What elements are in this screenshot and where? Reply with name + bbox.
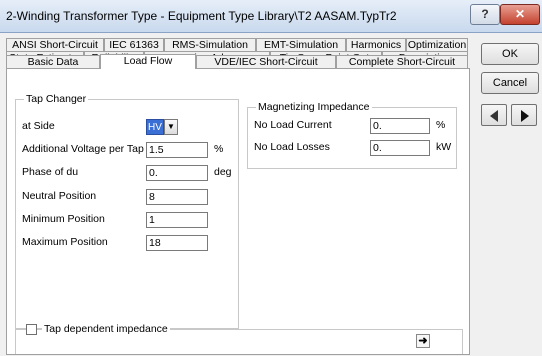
tab-basic-data[interactable]: Basic Data <box>6 55 100 68</box>
additional-voltage-label: Additional Voltage per Tap <box>22 143 144 155</box>
maximum-position-label: Maximum Position <box>22 236 108 248</box>
no-load-current-label: No Load Current <box>254 119 332 131</box>
no-load-losses-label: No Load Losses <box>254 141 330 153</box>
title-bar: 2-Winding Transformer Type - Equipment T… <box>0 0 542 33</box>
help-button[interactable]: ? <box>470 4 500 25</box>
minimum-position-field[interactable]: 1 <box>146 212 208 228</box>
tap-dependent-group: Tap dependent impedance ➜ <box>15 323 463 354</box>
minimum-position-label: Minimum Position <box>22 213 105 225</box>
at-side-label: at Side <box>22 120 55 132</box>
previous-button[interactable] <box>481 104 507 126</box>
tab-harmonics[interactable]: Harmonics <box>346 38 406 51</box>
chevron-down-icon[interactable]: ▼ <box>164 119 178 135</box>
arrow-right-icon[interactable]: ➜ <box>416 334 430 348</box>
at-side-value: HV <box>146 119 164 135</box>
tab-emt-simulation[interactable]: EMT-Simulation <box>256 38 346 51</box>
tap-changer-title: Tap Changer <box>24 93 89 105</box>
phase-unit: deg <box>214 166 232 178</box>
arrow-left-icon <box>490 110 498 122</box>
ok-button[interactable]: OK <box>481 43 539 65</box>
window-title: 2-Winding Transformer Type - Equipment T… <box>6 9 397 23</box>
tap-dependent-checkbox[interactable] <box>26 324 37 335</box>
magnetizing-impedance-title: Magnetizing Impedance <box>256 101 372 113</box>
tap-dependent-label: Tap dependent impedance <box>42 323 170 335</box>
tab-vde-iec-short-circuit[interactable]: VDE/IEC Short-Circuit <box>196 55 336 68</box>
close-button[interactable]: ✕ <box>500 4 540 25</box>
phase-field[interactable]: 0. <box>146 165 208 181</box>
phase-label: Phase of du <box>22 166 79 178</box>
no-load-losses-unit: kW <box>436 141 452 153</box>
additional-voltage-unit: % <box>214 143 224 155</box>
no-load-losses-field[interactable]: 0. <box>370 140 430 156</box>
tab-row-1: ANSI Short-Circuit IEC 61363 RMS-Simulat… <box>6 38 468 52</box>
tab-iec-61363[interactable]: IEC 61363 <box>104 38 164 51</box>
no-load-current-unit: % <box>436 119 446 131</box>
tab-row-3: Basic Data Load Flow VDE/IEC Short-Circu… <box>6 54 468 69</box>
load-flow-panel: Tap Changer at Side HV ▼ Additional Volt… <box>6 68 470 355</box>
no-load-current-field[interactable]: 0. <box>370 118 430 134</box>
additional-voltage-field[interactable]: 1.5 <box>146 142 208 158</box>
tap-changer-group: Tap Changer at Side HV ▼ Additional Volt… <box>15 93 239 329</box>
neutral-position-label: Neutral Position <box>22 190 97 202</box>
arrow-right-icon <box>521 110 529 122</box>
tab-ansi-short-circuit[interactable]: ANSI Short-Circuit <box>6 38 104 51</box>
tab-load-flow[interactable]: Load Flow <box>100 54 196 69</box>
cancel-button[interactable]: Cancel <box>481 72 539 94</box>
maximum-position-field[interactable]: 18 <box>146 235 208 251</box>
next-button[interactable] <box>511 104 537 126</box>
magnetizing-impedance-group: Magnetizing Impedance No Load Current 0.… <box>247 101 457 169</box>
at-side-select[interactable]: HV ▼ <box>146 119 178 135</box>
tab-optimization[interactable]: Optimization <box>406 38 468 51</box>
tab-rms-simulation[interactable]: RMS-Simulation <box>164 38 256 51</box>
neutral-position-field[interactable]: 8 <box>146 189 208 205</box>
tab-complete-short-circuit[interactable]: Complete Short-Circuit <box>336 55 468 68</box>
